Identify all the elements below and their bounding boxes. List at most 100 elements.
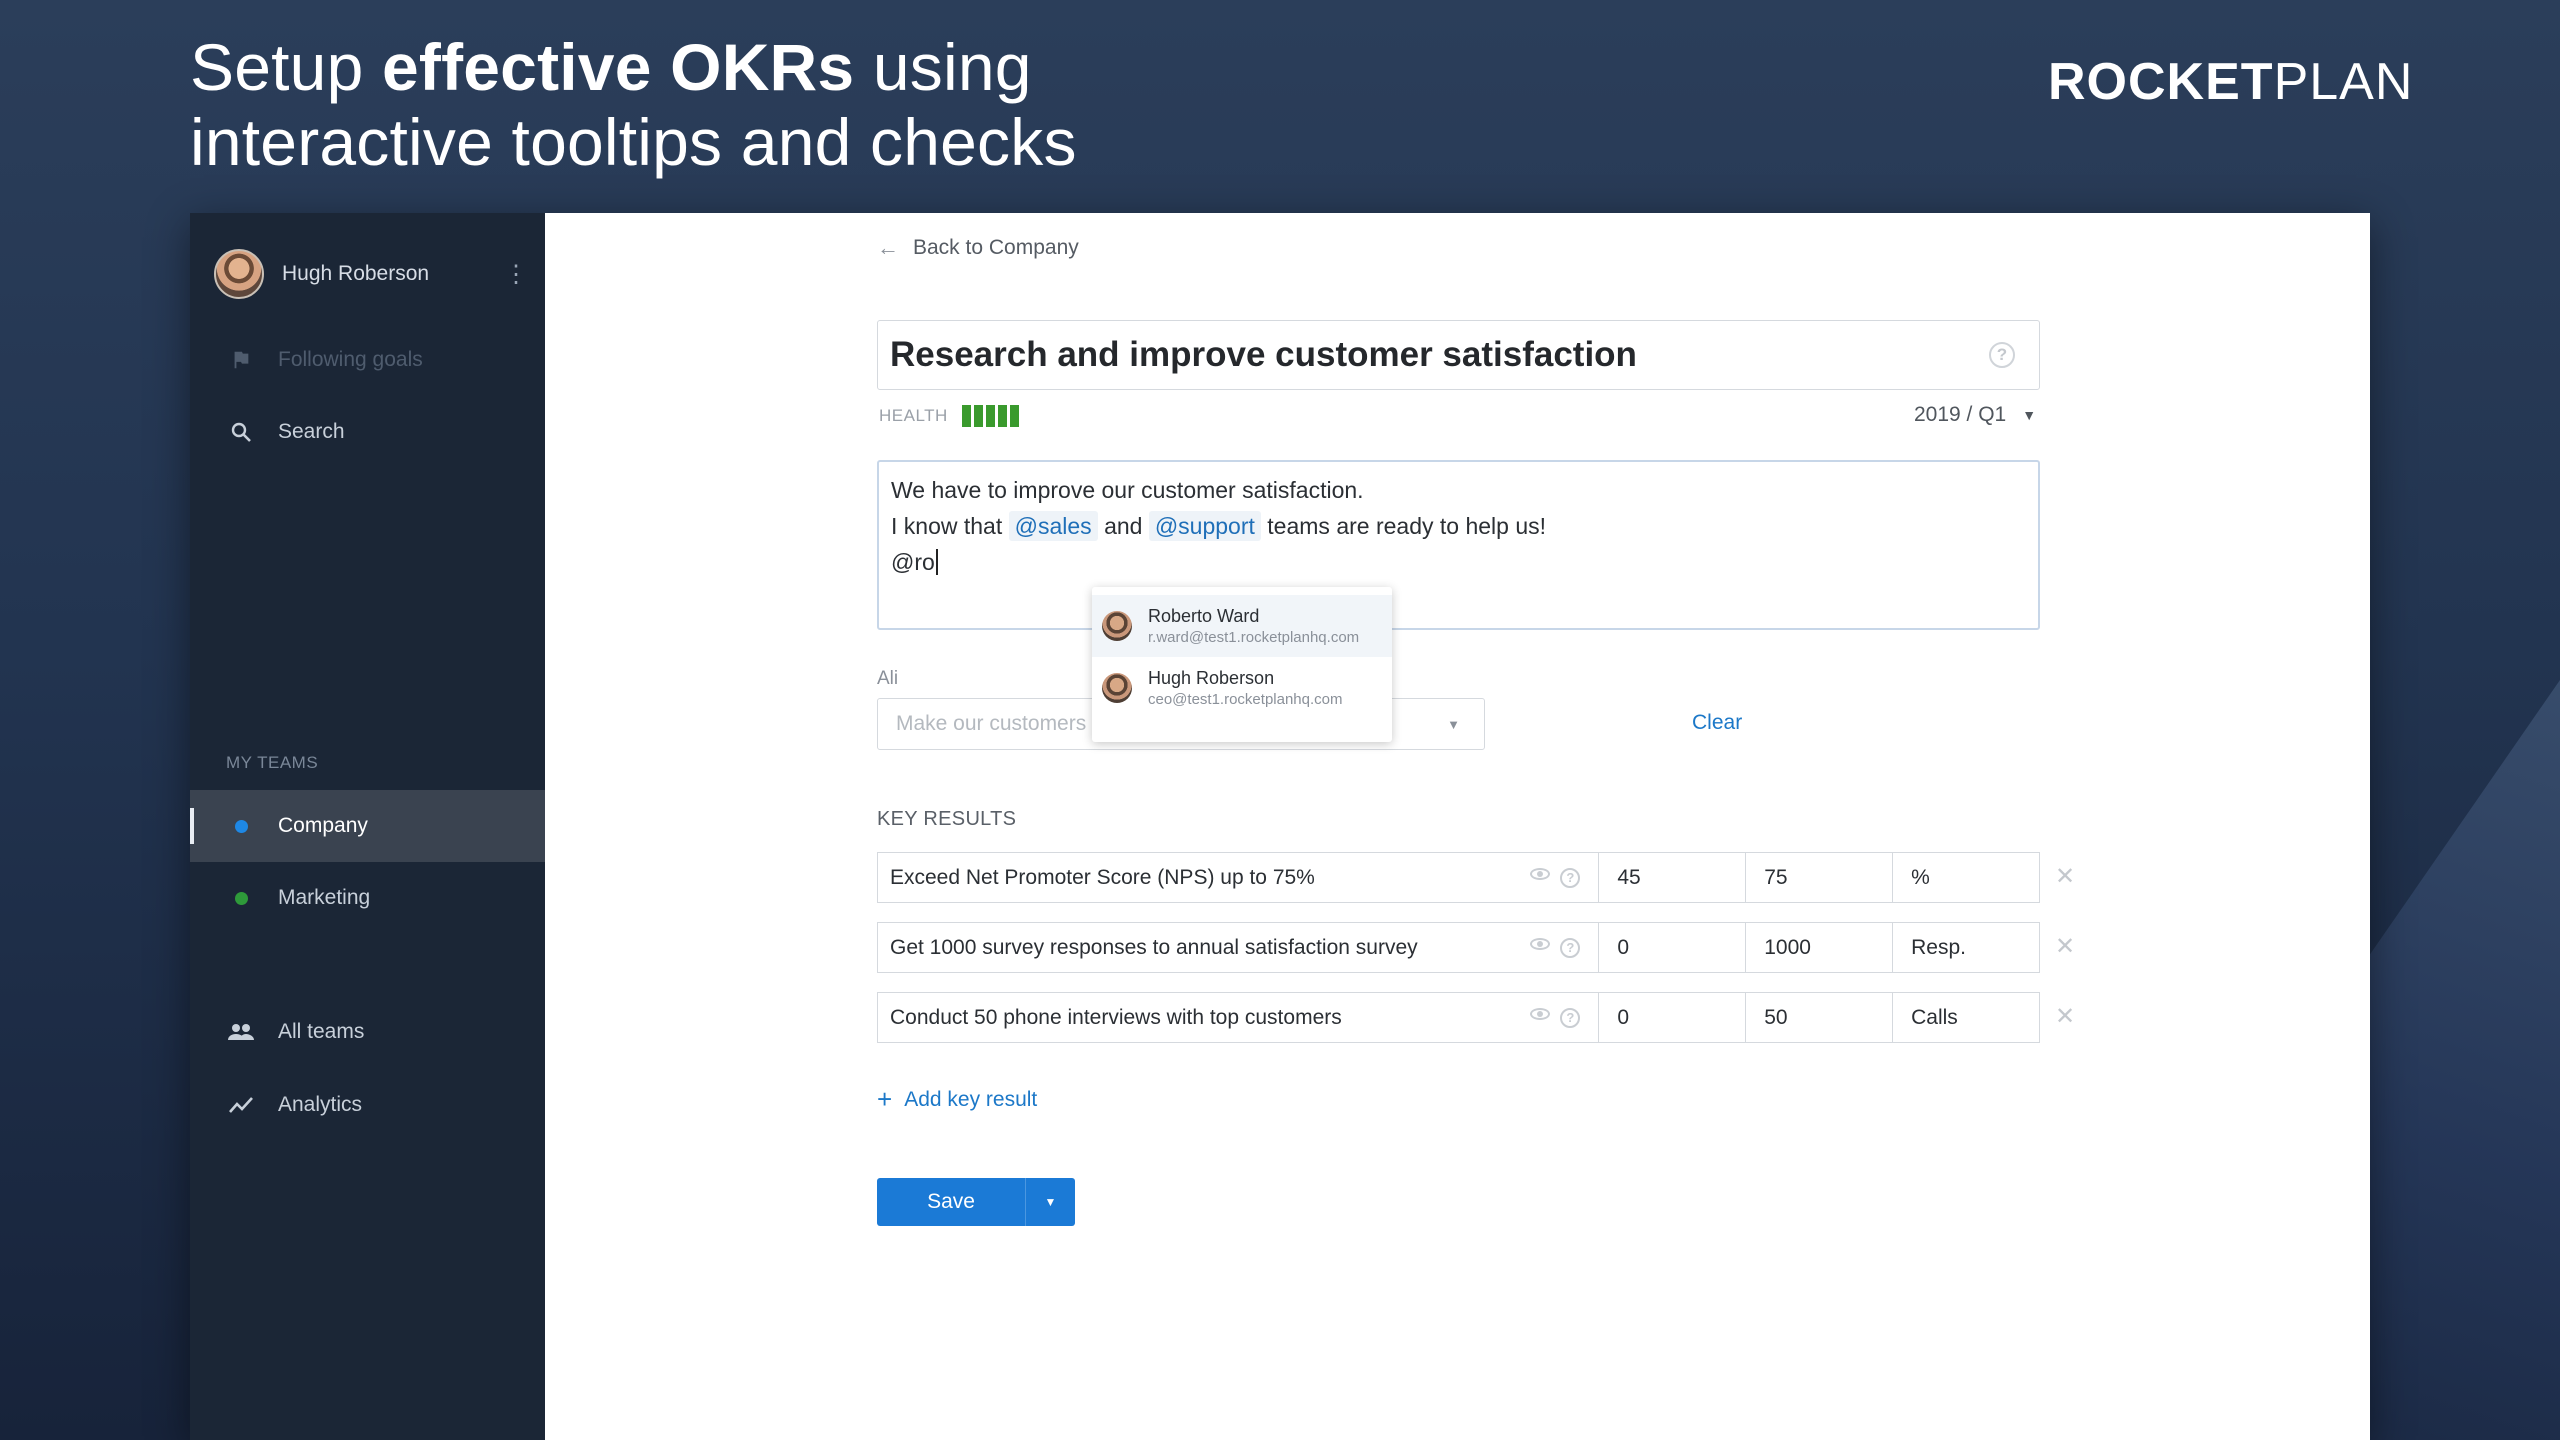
key-result-icons: ? (1530, 867, 1581, 888)
text-cursor (935, 549, 938, 575)
suggestion-name: Hugh Roberson (1148, 668, 1275, 688)
help-icon[interactable]: ? (1989, 342, 2015, 368)
headline-text: Setup (190, 30, 383, 104)
headline-line-2: interactive tooltips and checks (190, 105, 1077, 179)
period-select[interactable]: 2019 / Q1 ▼ (1914, 403, 2036, 427)
clear-button[interactable]: Clear (1692, 711, 1742, 735)
mention-tag[interactable]: @sales (1008, 511, 1098, 541)
key-result-icons: ? (1530, 1007, 1581, 1028)
search-icon (224, 420, 258, 444)
more-options-icon[interactable]: ⋮ (504, 260, 528, 289)
key-result-name: Exceed Net Promoter Score (NPS) up to 75… (890, 865, 1315, 889)
team-dot-wrapper (224, 819, 258, 833)
sidebar-item-label: Search (278, 420, 345, 443)
goal-title-text: Research and improve customer satisfacti… (890, 335, 1637, 374)
key-result-name-field[interactable]: Exceed Net Promoter Score (NPS) up to 75… (877, 852, 1600, 903)
key-result-unit-field[interactable]: Calls (1892, 992, 2041, 1043)
goal-title-field[interactable]: Research and improve customer satisfacti… (877, 320, 2040, 390)
period-value: 2019 / Q1 (1914, 403, 2007, 426)
goal-description-field[interactable]: We have to improve our customer satisfac… (877, 460, 2040, 630)
description-text: and (1104, 513, 1143, 539)
sidebar-item-search[interactable]: Search (190, 396, 545, 468)
back-link[interactable]: ← Back to Company (877, 235, 1079, 261)
save-options-caret-icon[interactable]: ▼ (1025, 1178, 1075, 1226)
sidebar-item-label: Marketing (278, 886, 371, 909)
key-result-name: Get 1000 survey responses to annual sati… (890, 935, 1418, 959)
team-dot-icon (234, 891, 248, 905)
description-text: teams are ready to help us! (1267, 513, 1547, 539)
sidebar-item-analytics[interactable]: Analytics (190, 1069, 545, 1141)
key-result-name-field[interactable]: Conduct 50 phone interviews with top cus… (877, 992, 1600, 1043)
save-button[interactable]: Save (877, 1178, 1025, 1226)
health-bar (973, 405, 983, 427)
description-typing-text: @ro (891, 549, 935, 575)
key-result-target-field[interactable]: 75 (1745, 852, 1894, 903)
key-result-name-field[interactable]: Get 1000 survey responses to annual sati… (877, 922, 1600, 973)
align-label: Ali (877, 668, 899, 689)
key-result-target-field[interactable]: 50 (1745, 992, 1894, 1043)
sidebar-item-following-goals[interactable]: Following goals (190, 324, 545, 396)
description-line: We have to improve our customer satisfac… (891, 477, 1364, 503)
key-result-name: Conduct 50 phone interviews with top cus… (890, 1005, 1342, 1029)
avatar (1102, 673, 1132, 703)
brand-logo-light: PLAN (2273, 53, 2414, 111)
arrow-left-icon: ← (877, 235, 899, 260)
flag-icon (224, 349, 258, 371)
health-bar (985, 405, 995, 427)
mention-suggestions-dropdown: Roberto Ward r.ward@test1.rocketplanhq.c… (1092, 587, 1392, 742)
sidebar-item-company[interactable]: Company (190, 790, 545, 862)
key-result-unit-field[interactable]: Resp. (1892, 922, 2041, 973)
mention-tag[interactable]: @support (1148, 511, 1261, 541)
sidebar-item-marketing[interactable]: Marketing (190, 862, 545, 934)
remove-key-result-icon[interactable]: ✕ (2055, 932, 2075, 961)
key-result-icons: ? (1530, 937, 1581, 958)
chart-icon (224, 1096, 258, 1114)
remove-key-result-icon[interactable]: ✕ (2055, 1002, 2075, 1031)
key-result-start-field[interactable]: 0 (1598, 992, 1747, 1043)
team-dot-wrapper (224, 891, 258, 905)
health-bars (961, 405, 1019, 427)
health-label: HEALTH (879, 406, 948, 425)
add-key-result-button[interactable]: + Add key result (877, 1084, 1037, 1115)
background-shape (2360, 680, 2560, 1440)
sidebar-item-all-teams[interactable]: All teams (190, 996, 545, 1068)
suggestion-email: ceo@test1.rocketplanhq.com (1148, 691, 1343, 708)
description-line: I know that @sales and @support teams ar… (891, 508, 2026, 544)
key-result-start-field[interactable]: 0 (1598, 922, 1747, 973)
app-window: Hugh Roberson ⋮ Following goals Search M… (190, 213, 2370, 1440)
help-icon[interactable]: ? (1560, 937, 1581, 958)
remove-key-result-icon[interactable]: ✕ (2055, 862, 2075, 891)
marketing-headline: Setup effective OKRs using interactive t… (190, 30, 1077, 180)
mention-suggestion-item[interactable]: Hugh Roberson ceo@test1.rocketplanhq.com (1092, 657, 1392, 719)
brand-logo-bold: ROCKET (2048, 53, 2274, 111)
people-icon (224, 1022, 258, 1042)
help-icon[interactable]: ? (1560, 867, 1581, 888)
health-bar (1009, 405, 1019, 427)
health-bar (961, 405, 971, 427)
mention-suggestion-item[interactable]: Roberto Ward r.ward@test1.rocketplanhq.c… (1092, 595, 1392, 657)
my-teams-heading: MY TEAMS (226, 753, 319, 772)
eye-icon[interactable] (1530, 867, 1551, 880)
goal-editor: ← Back to Company Research and improve c… (545, 213, 2370, 1440)
eye-icon[interactable] (1530, 1007, 1551, 1020)
suggestion-email: r.ward@test1.rocketplanhq.com (1148, 629, 1360, 646)
headline-bold-text: effective OKRs (382, 30, 855, 104)
plus-icon: + (877, 1084, 893, 1114)
key-result-unit-field[interactable]: % (1892, 852, 2041, 903)
description-text: I know that (891, 513, 1003, 539)
help-icon[interactable]: ? (1560, 1007, 1581, 1028)
user-name: Hugh Roberson (282, 262, 430, 285)
key-result-start-field[interactable]: 45 (1598, 852, 1747, 903)
key-result-row: Conduct 50 phone interviews with top cus… (877, 992, 2041, 1043)
avatar (214, 249, 264, 299)
sidebar-item-label: All teams (278, 1020, 365, 1043)
key-result-row: Get 1000 survey responses to annual sati… (877, 922, 2041, 973)
sidebar-item-label: Following goals (278, 348, 423, 371)
key-result-target-field[interactable]: 1000 (1745, 922, 1894, 973)
avatar (1102, 611, 1132, 641)
key-result-row: Exceed Net Promoter Score (NPS) up to 75… (877, 852, 2041, 903)
user-menu[interactable]: Hugh Roberson ⋮ (214, 249, 528, 299)
eye-icon[interactable] (1530, 937, 1551, 950)
health-indicator: HEALTH (879, 405, 1019, 427)
caret-down-icon: ▼ (1447, 716, 1460, 732)
